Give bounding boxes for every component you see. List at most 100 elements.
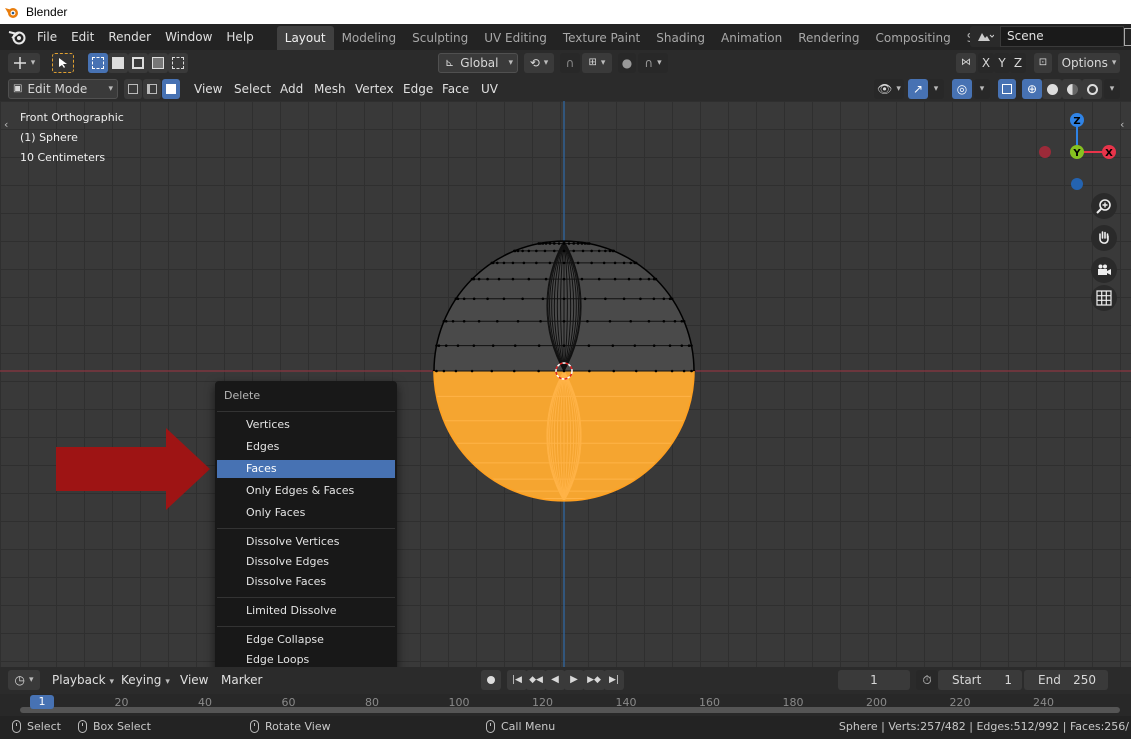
tab-modeling[interactable]: Modeling xyxy=(334,26,405,50)
pan-button[interactable] xyxy=(1091,225,1117,251)
snap-toggle[interactable]: ∩ xyxy=(560,53,580,73)
shading-wireframe-button[interactable]: ⊕ xyxy=(1022,79,1042,99)
select-mode-subtract-button[interactable] xyxy=(128,53,148,73)
blender-logo-icon[interactable] xyxy=(4,24,30,50)
menu-edit[interactable]: Edit xyxy=(64,26,101,48)
menu-render[interactable]: Render xyxy=(101,26,158,48)
viewport-menu-edge[interactable]: Edge xyxy=(397,79,439,99)
options-dropdown[interactable]: Options ▾ xyxy=(1058,53,1120,73)
select-mode-intersect-button[interactable] xyxy=(168,53,188,73)
play-reverse-button[interactable]: ◀ xyxy=(545,670,565,690)
timeline-menu-playback[interactable]: Playback ▾ xyxy=(46,670,120,690)
scene-selector[interactable]: Scene xyxy=(970,26,1124,47)
overlays-dropdown[interactable]: ▾ xyxy=(974,79,990,99)
viewport-menu-add[interactable]: Add xyxy=(274,79,309,99)
tab-compositing[interactable]: Compositing xyxy=(867,26,958,50)
timeline-menu-marker[interactable]: Marker xyxy=(215,670,268,690)
tab-uv-editing[interactable]: UV Editing xyxy=(476,26,555,50)
vertex-dot xyxy=(537,344,541,347)
shading-rendered-button[interactable] xyxy=(1082,79,1102,99)
face-select-mode-button[interactable] xyxy=(162,79,180,99)
pivot-point-dropdown[interactable]: ⟲ ▾ xyxy=(524,53,554,73)
select-mode-extend-button[interactable] xyxy=(108,53,128,73)
zoom-button[interactable] xyxy=(1091,193,1117,219)
mirror-x-button[interactable]: X xyxy=(978,53,994,73)
timeline-scrollbar[interactable] xyxy=(20,707,1120,713)
tab-shading[interactable]: Shading xyxy=(648,26,713,50)
new-scene-icon[interactable] xyxy=(1124,28,1131,46)
mesh-symmetry-icon[interactable]: ⋈ xyxy=(956,53,976,73)
select-mode-new-button[interactable] xyxy=(88,53,108,73)
gizmo-neg-z-icon[interactable] xyxy=(1071,178,1083,190)
viewport-menu-view[interactable]: View xyxy=(188,79,228,99)
record-button[interactable] xyxy=(481,670,501,690)
navigation-gizmo[interactable]: Z Y X xyxy=(1030,107,1130,197)
viewport-menu-mesh[interactable]: Mesh xyxy=(308,79,352,99)
tab-layout[interactable]: Layout xyxy=(276,26,334,50)
viewport-menu-uv[interactable]: UV xyxy=(475,79,504,99)
3d-viewport[interactable]: Front Orthographic (1) Sphere 10 Centime… xyxy=(0,101,1131,667)
delete-edges-item[interactable]: Edges xyxy=(217,438,395,456)
shading-dropdown[interactable]: ▾ xyxy=(1104,79,1120,99)
gizmo-toggle[interactable]: ↗ xyxy=(908,79,928,99)
tab-animation[interactable]: Animation xyxy=(713,26,790,50)
mirror-y-button[interactable]: Y xyxy=(994,53,1010,73)
select-tool-button[interactable] xyxy=(52,53,74,73)
edge-collapse-item[interactable]: Edge Collapse xyxy=(217,631,395,649)
gizmo-dropdown[interactable]: ▾ xyxy=(928,79,944,99)
tool-settings-dropdown[interactable]: ▾ xyxy=(8,53,40,73)
visibility-dropdown[interactable]: 👁 ▾ xyxy=(874,79,904,99)
viewport-menu-select[interactable]: Select xyxy=(228,79,277,99)
overlays-toggle[interactable]: ◎ xyxy=(952,79,972,99)
transform-orientation-dropdown[interactable]: ⊾ Global ▾ xyxy=(438,53,518,73)
dissolve-vertices-item[interactable]: Dissolve Vertices xyxy=(217,533,395,551)
select-mode-invert-button[interactable] xyxy=(148,53,168,73)
menu-help[interactable]: Help xyxy=(219,26,260,48)
delete-vertices-item[interactable]: Vertices xyxy=(217,416,395,434)
jump-start-button[interactable]: |◀ xyxy=(507,670,527,690)
start-frame-field[interactable]: Start 1 xyxy=(938,670,1022,690)
menu-file[interactable]: File xyxy=(30,26,64,48)
auto-merge-icon[interactable]: ⊡ xyxy=(1034,53,1052,73)
camera-view-button[interactable] xyxy=(1091,257,1117,283)
gizmo-neg-x-icon[interactable] xyxy=(1039,146,1051,158)
play-icon: ▶ xyxy=(570,674,578,685)
delete-only-faces-item[interactable]: Only Faces xyxy=(217,504,395,522)
prev-keyframe-button[interactable]: ◆◀ xyxy=(526,670,546,690)
proportional-edit-toggle[interactable]: ● xyxy=(618,53,636,73)
delete-faces-item[interactable]: Faces xyxy=(217,460,395,478)
menu-window[interactable]: Window xyxy=(158,26,219,48)
tab-rendering[interactable]: Rendering xyxy=(790,26,867,50)
timeline-menu-view[interactable]: View xyxy=(174,670,214,690)
viewport-menu-vertex[interactable]: Vertex xyxy=(349,79,400,99)
edge-select-mode-button[interactable] xyxy=(143,79,161,99)
mirror-z-button[interactable]: Z xyxy=(1010,53,1026,73)
current-frame-field[interactable]: 1 xyxy=(838,670,910,690)
end-frame-field[interactable]: End 250 xyxy=(1024,670,1108,690)
dissolve-faces-item[interactable]: Dissolve Faces xyxy=(217,573,395,591)
dissolve-edges-item[interactable]: Dissolve Edges xyxy=(217,553,395,571)
timeline-menu-keying[interactable]: Keying ▾ xyxy=(115,670,176,690)
timeline-playhead[interactable]: 1 xyxy=(30,695,54,709)
vertex-select-mode-button[interactable] xyxy=(124,79,142,99)
tab-texture-paint[interactable]: Texture Paint xyxy=(555,26,648,50)
jump-end-button[interactable]: ▶| xyxy=(604,670,624,690)
next-keyframe-button[interactable]: ▶◆ xyxy=(583,670,605,690)
delete-only-edges-faces-item[interactable]: Only Edges & Faces xyxy=(217,482,395,500)
scene-name-field[interactable]: Scene xyxy=(1000,26,1124,47)
proportional-falloff-dropdown[interactable]: ∩ ▾ xyxy=(638,53,668,73)
perspective-toggle-button[interactable] xyxy=(1091,285,1117,311)
viewport-menu-face[interactable]: Face xyxy=(436,79,475,99)
toolbar-expand-icon[interactable]: ‹ xyxy=(4,118,8,131)
tab-sculpting[interactable]: Sculpting xyxy=(404,26,476,50)
preview-range-toggle[interactable]: ⏱ xyxy=(916,670,938,690)
shading-material-button[interactable] xyxy=(1062,79,1082,99)
mode-dropdown[interactable]: ▣ Edit Mode ▾ xyxy=(8,79,118,99)
timeline-area[interactable]: 20 40 60 80 100 120 140 160 180 200 220 240 1 xyxy=(0,694,1131,716)
play-button[interactable]: ▶ xyxy=(564,670,584,690)
limited-dissolve-item[interactable]: Limited Dissolve xyxy=(217,602,395,620)
snap-target-dropdown[interactable]: ⊞ ▾ xyxy=(582,53,612,73)
xray-toggle[interactable] xyxy=(998,79,1016,99)
editor-type-dropdown[interactable]: ◷ ▾ xyxy=(8,670,40,690)
shading-solid-button[interactable] xyxy=(1042,79,1062,99)
